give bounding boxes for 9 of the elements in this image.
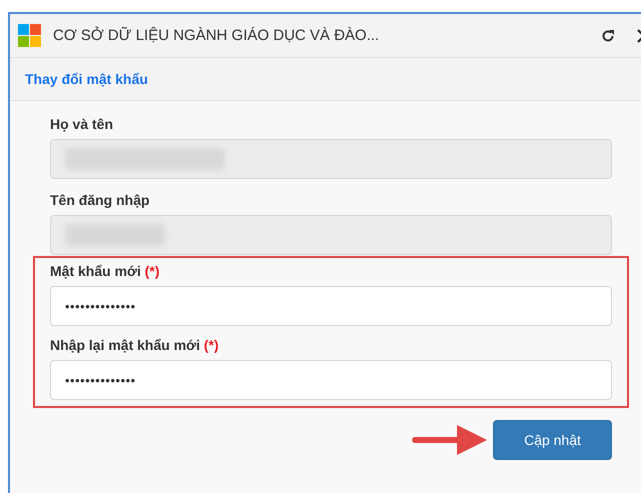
password-field[interactable]: •••••••••••••• <box>50 360 612 400</box>
field-label: Nhập lại mật khẩu mới (*) <box>50 336 219 354</box>
dialog-title: Thay đổi mật khẩu <box>25 71 148 87</box>
field-label: Tên đăng nhập <box>50 191 150 209</box>
update-button[interactable]: Cập nhật <box>493 420 612 460</box>
password-field[interactable]: •••••••••••••• <box>50 286 612 326</box>
field-label: Mật khẩu mới (*) <box>50 262 160 280</box>
field-label: Họ và tên <box>50 115 114 133</box>
window-title: CƠ SỞ DỮ LIỆU NGÀNH GIÁO DỤC VÀ ĐÀO... <box>53 27 380 44</box>
